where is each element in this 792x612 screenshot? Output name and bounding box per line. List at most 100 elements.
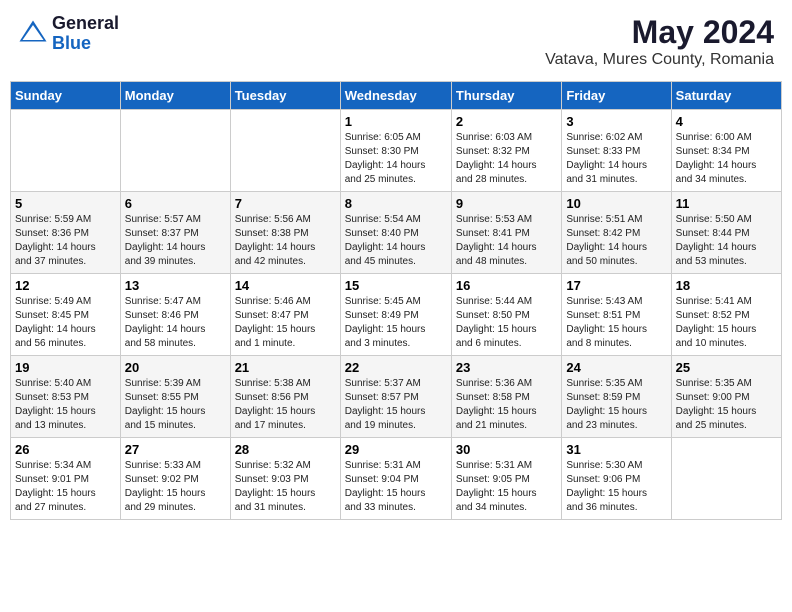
calendar-week-3: 12Sunrise: 5:49 AM Sunset: 8:45 PM Dayli… — [11, 274, 782, 356]
day-number: 30 — [456, 442, 557, 457]
calendar-cell: 30 Sunrise: 5:31 AM Sunset: 9:05 PM Dayli… — [451, 438, 561, 520]
calendar-cell: 17Sunrise: 5:43 AM Sunset: 8:51 PM Dayli… — [562, 274, 671, 356]
day-info: Sunrise: 5:35 AM Sunset: 8:59 PM Dayligh… — [566, 377, 666, 433]
cell-content: 18Sunrise: 5:41 AM Sunset: 8:52 PM Dayli… — [676, 278, 777, 351]
calendar-cell: 10Sunrise: 5:51 AM Sunset: 8:42 PM Dayli… — [562, 192, 671, 274]
calendar-cell — [671, 438, 781, 520]
calendar-cell: 21 Sunrise: 5:38 AM Sunset: 8:56 PM Dayli… — [230, 356, 340, 438]
day-info: Sunrise: 5:34 AM Sunset: 9:01 PM Dayligh… — [15, 459, 116, 515]
calendar-cell — [11, 110, 121, 192]
day-info: Sunrise: 5:56 AM Sunset: 8:38 PM Dayligh… — [235, 213, 336, 269]
calendar-cell: 18Sunrise: 5:41 AM Sunset: 8:52 PM Dayli… — [671, 274, 781, 356]
month-year: May 2024 — [545, 14, 774, 51]
calendar-table: SundayMondayTuesdayWednesdayThursdayFrid… — [10, 81, 782, 520]
logo-icon — [18, 19, 48, 49]
cell-content: 25Sunrise: 5:35 AM Sunset: 9:00 PM Dayli… — [676, 360, 777, 433]
calendar-cell: 20 Sunrise: 5:39 AM Sunset: 8:55 PM Dayli… — [120, 356, 230, 438]
day-number: 1 — [345, 114, 447, 129]
day-info: Sunrise: 5:40 AM Sunset: 8:53 PM Dayligh… — [15, 377, 116, 433]
day-info: Sunrise: 5:44 AM Sunset: 8:50 PM Dayligh… — [456, 295, 557, 351]
calendar-cell: 13Sunrise: 5:47 AM Sunset: 8:46 PM Dayli… — [120, 274, 230, 356]
weekday-header-wednesday: Wednesday — [340, 82, 451, 110]
calendar-cell: 27Sunrise: 5:33 AM Sunset: 9:02 PM Dayli… — [120, 438, 230, 520]
calendar-cell: 24 Sunrise: 5:35 AM Sunset: 8:59 PM Dayli… — [562, 356, 671, 438]
day-info: Sunrise: 5:32 AM Sunset: 9:03 PM Dayligh… — [235, 459, 336, 515]
weekday-header-saturday: Saturday — [671, 82, 781, 110]
day-number: 28 — [235, 442, 336, 457]
location: Vatava, Mures County, Romania — [545, 51, 774, 69]
calendar-cell: 14Sunrise: 5:46 AM Sunset: 8:47 PM Dayli… — [230, 274, 340, 356]
day-info: Sunrise: 6:02 AM Sunset: 8:33 PM Dayligh… — [566, 131, 666, 187]
logo-general: General — [52, 14, 119, 34]
day-number: 31 — [566, 442, 666, 457]
day-info: Sunrise: 5:46 AM Sunset: 8:47 PM Dayligh… — [235, 295, 336, 351]
day-info: Sunrise: 5:30 AM Sunset: 9:06 PM Dayligh… — [566, 459, 666, 515]
cell-content: 9Sunrise: 5:53 AM Sunset: 8:41 PM Daylig… — [456, 196, 557, 269]
calendar-cell: 9Sunrise: 5:53 AM Sunset: 8:41 PM Daylig… — [451, 192, 561, 274]
cell-content: 26 Sunrise: 5:34 AM Sunset: 9:01 PM Dayli… — [15, 442, 116, 515]
day-number: 18 — [676, 278, 777, 293]
day-number: 3 — [566, 114, 666, 129]
calendar-cell: 1 Sunrise: 6:05 AM Sunset: 8:30 PM Daylig… — [340, 110, 451, 192]
calendar-cell: 2 Sunrise: 6:03 AM Sunset: 8:32 PM Daylig… — [451, 110, 561, 192]
cell-content: 7 Sunrise: 5:56 AM Sunset: 8:38 PM Daylig… — [235, 196, 336, 269]
calendar-cell: 26 Sunrise: 5:34 AM Sunset: 9:01 PM Dayli… — [11, 438, 121, 520]
cell-content: 17Sunrise: 5:43 AM Sunset: 8:51 PM Dayli… — [566, 278, 666, 351]
day-info: Sunrise: 5:36 AM Sunset: 8:58 PM Dayligh… — [456, 377, 557, 433]
cell-content: 20 Sunrise: 5:39 AM Sunset: 8:55 PM Dayli… — [125, 360, 226, 433]
cell-content: 28 Sunrise: 5:32 AM Sunset: 9:03 PM Dayli… — [235, 442, 336, 515]
logo-blue: Blue — [52, 34, 119, 54]
calendar-cell: 15Sunrise: 5:45 AM Sunset: 8:49 PM Dayli… — [340, 274, 451, 356]
day-info: Sunrise: 5:54 AM Sunset: 8:40 PM Dayligh… — [345, 213, 447, 269]
day-number: 20 — [125, 360, 226, 375]
page-header: General Blue May 2024 Vatava, Mures Coun… — [10, 10, 782, 73]
calendar-cell: 12Sunrise: 5:49 AM Sunset: 8:45 PM Dayli… — [11, 274, 121, 356]
day-number: 29 — [345, 442, 447, 457]
calendar-week-2: 5 Sunrise: 5:59 AM Sunset: 8:36 PM Daylig… — [11, 192, 782, 274]
day-number: 7 — [235, 196, 336, 211]
calendar-cell: 7 Sunrise: 5:56 AM Sunset: 8:38 PM Daylig… — [230, 192, 340, 274]
cell-content: 10Sunrise: 5:51 AM Sunset: 8:42 PM Dayli… — [566, 196, 666, 269]
day-info: Sunrise: 6:05 AM Sunset: 8:30 PM Dayligh… — [345, 131, 447, 187]
logo-text: General Blue — [52, 14, 119, 54]
day-info: Sunrise: 5:37 AM Sunset: 8:57 PM Dayligh… — [345, 377, 447, 433]
day-info: Sunrise: 5:51 AM Sunset: 8:42 PM Dayligh… — [566, 213, 666, 269]
day-number: 6 — [125, 196, 226, 211]
cell-content: 4Sunrise: 6:00 AM Sunset: 8:34 PM Daylig… — [676, 114, 777, 187]
day-number: 24 — [566, 360, 666, 375]
cell-content: 13Sunrise: 5:47 AM Sunset: 8:46 PM Dayli… — [125, 278, 226, 351]
day-number: 2 — [456, 114, 557, 129]
cell-content: 12Sunrise: 5:49 AM Sunset: 8:45 PM Dayli… — [15, 278, 116, 351]
cell-content: 24 Sunrise: 5:35 AM Sunset: 8:59 PM Dayli… — [566, 360, 666, 433]
weekday-header-friday: Friday — [562, 82, 671, 110]
calendar-week-1: 1 Sunrise: 6:05 AM Sunset: 8:30 PM Daylig… — [11, 110, 782, 192]
day-info: Sunrise: 5:39 AM Sunset: 8:55 PM Dayligh… — [125, 377, 226, 433]
cell-content: 8 Sunrise: 5:54 AM Sunset: 8:40 PM Daylig… — [345, 196, 447, 269]
cell-content: 3 Sunrise: 6:02 AM Sunset: 8:33 PM Daylig… — [566, 114, 666, 187]
day-number: 26 — [15, 442, 116, 457]
cell-content: 11 Sunrise: 5:50 AM Sunset: 8:44 PM Dayli… — [676, 196, 777, 269]
calendar-cell: 29Sunrise: 5:31 AM Sunset: 9:04 PM Dayli… — [340, 438, 451, 520]
weekday-header-tuesday: Tuesday — [230, 82, 340, 110]
day-number: 17 — [566, 278, 666, 293]
cell-content: 15Sunrise: 5:45 AM Sunset: 8:49 PM Dayli… — [345, 278, 447, 351]
calendar-cell — [120, 110, 230, 192]
day-number: 21 — [235, 360, 336, 375]
calendar-cell: 22Sunrise: 5:37 AM Sunset: 8:57 PM Dayli… — [340, 356, 451, 438]
day-info: Sunrise: 6:03 AM Sunset: 8:32 PM Dayligh… — [456, 131, 557, 187]
cell-content: 27Sunrise: 5:33 AM Sunset: 9:02 PM Dayli… — [125, 442, 226, 515]
calendar-cell: 8 Sunrise: 5:54 AM Sunset: 8:40 PM Daylig… — [340, 192, 451, 274]
day-number: 8 — [345, 196, 447, 211]
day-info: Sunrise: 5:31 AM Sunset: 9:05 PM Dayligh… — [456, 459, 557, 515]
cell-content: 1 Sunrise: 6:05 AM Sunset: 8:30 PM Daylig… — [345, 114, 447, 187]
day-number: 5 — [15, 196, 116, 211]
day-number: 11 — [676, 196, 777, 211]
calendar-cell: 25Sunrise: 5:35 AM Sunset: 9:00 PM Dayli… — [671, 356, 781, 438]
day-number: 16 — [456, 278, 557, 293]
weekday-header-monday: Monday — [120, 82, 230, 110]
day-info: Sunrise: 6:00 AM Sunset: 8:34 PM Dayligh… — [676, 131, 777, 187]
cell-content: 31 Sunrise: 5:30 AM Sunset: 9:06 PM Dayli… — [566, 442, 666, 515]
day-info: Sunrise: 5:50 AM Sunset: 8:44 PM Dayligh… — [676, 213, 777, 269]
day-info: Sunrise: 5:59 AM Sunset: 8:36 PM Dayligh… — [15, 213, 116, 269]
day-info: Sunrise: 5:38 AM Sunset: 8:56 PM Dayligh… — [235, 377, 336, 433]
